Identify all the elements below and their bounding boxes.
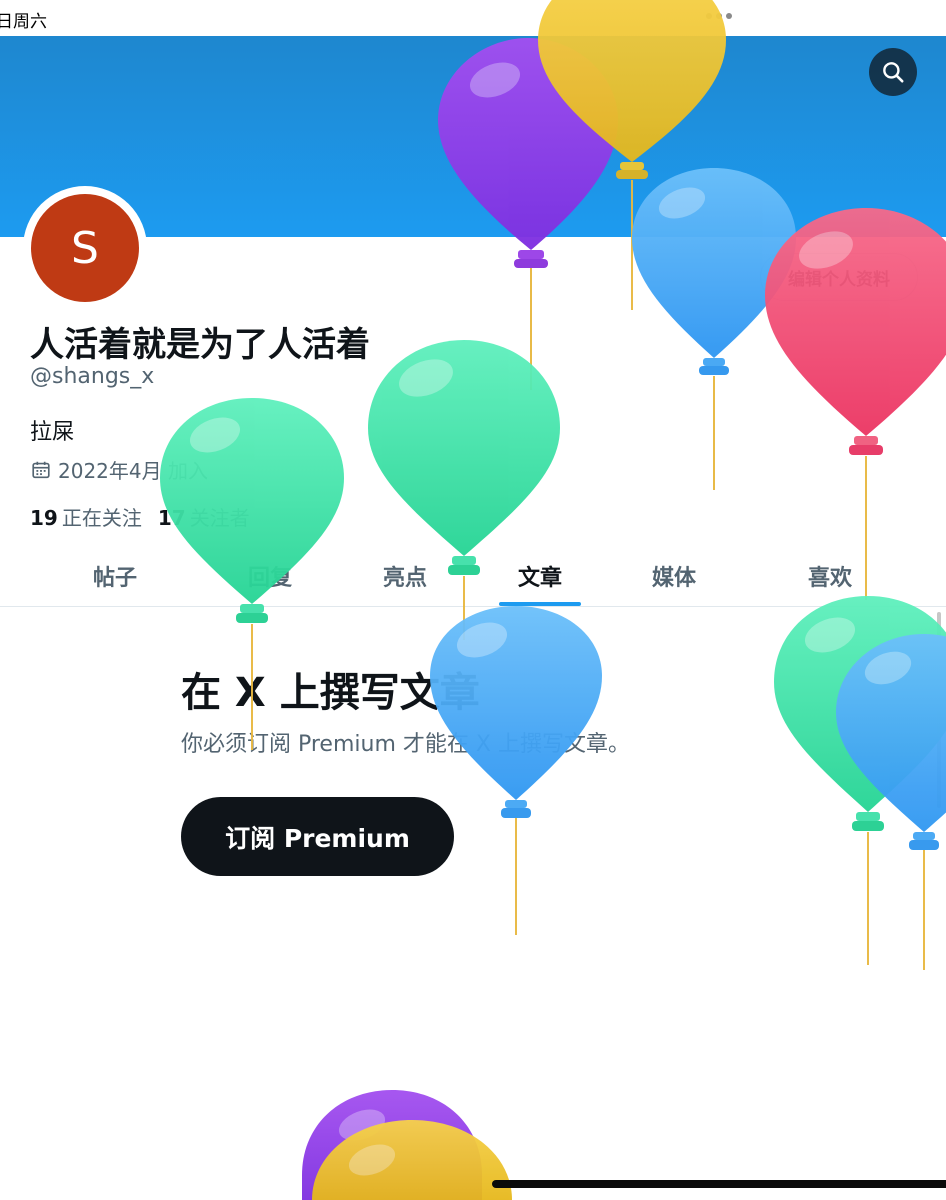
- calendar-icon: [32, 461, 50, 478]
- balloon-yellow: [312, 1120, 512, 1200]
- user-handle: @shangs_x: [30, 364, 155, 389]
- tab-replies[interactable]: 回复: [215, 546, 325, 606]
- following-label: 正在关注: [61, 506, 142, 530]
- display-name: 人活着就是为了人活着: [30, 325, 370, 365]
- follow-stats: 19 正在关注 17 关注者: [30, 502, 250, 531]
- followers-link[interactable]: 17 关注者: [158, 502, 250, 531]
- status-date: 日周六: [0, 12, 47, 32]
- profile-banner: [0, 36, 946, 237]
- home-indicator[interactable]: [492, 1180, 946, 1188]
- scrollbar-thumb[interactable]: [937, 612, 941, 808]
- avatar[interactable]: S: [31, 194, 139, 302]
- join-date-text: 2022年4月 加入: [58, 459, 208, 483]
- followers-count: 17: [157, 506, 186, 530]
- edit-profile-button[interactable]: 编辑个人资料: [760, 253, 918, 301]
- tab-highlights[interactable]: 亮点: [350, 546, 460, 606]
- tab-media[interactable]: 媒体: [619, 546, 729, 606]
- join-date: 2022年4月 加入: [30, 455, 208, 484]
- followers-label: 关注者: [189, 506, 250, 530]
- articles-empty-title: 在 X 上撰写文章: [181, 670, 480, 716]
- tab-likes[interactable]: 喜欢: [775, 546, 885, 606]
- balloon-blue: [836, 634, 946, 970]
- subscribe-premium-button[interactable]: 订阅 Premium: [181, 797, 454, 876]
- active-tab-indicator: [499, 602, 581, 606]
- articles-empty-subtitle: 你必须订阅 Premium 才能在 X 上撰写文章。: [181, 732, 630, 757]
- profile-tabs: 帖子 回复 亮点 文章 媒体 喜欢: [0, 546, 946, 607]
- status-bar: 日周六: [0, 0, 946, 36]
- following-link[interactable]: 19 正在关注: [30, 502, 142, 531]
- tab-articles[interactable]: 文章: [485, 546, 595, 606]
- balloon-green: [774, 596, 946, 965]
- search-button[interactable]: [869, 48, 917, 96]
- tab-posts[interactable]: 帖子: [60, 546, 170, 606]
- multitasking-dots-icon[interactable]: [706, 13, 732, 19]
- search-icon: [883, 62, 904, 83]
- following-count: 19: [30, 506, 58, 530]
- profile-bio: 拉屎: [30, 420, 75, 445]
- avatar-letter: S: [71, 222, 99, 274]
- balloon-blue: [430, 606, 602, 935]
- balloon-purple: [302, 1090, 482, 1200]
